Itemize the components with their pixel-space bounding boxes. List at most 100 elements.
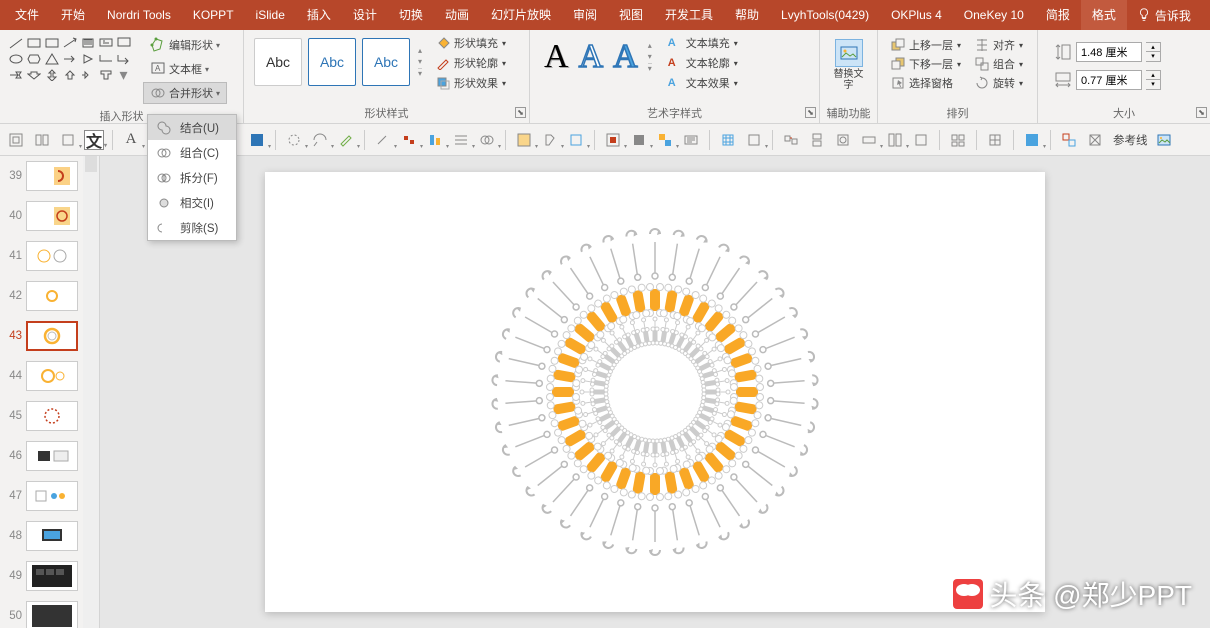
tool-btn-11[interactable]: ▾ [310, 130, 330, 150]
style-preset-3[interactable]: Abc [362, 38, 410, 86]
tool-btn-15[interactable]: ▾ [425, 130, 445, 150]
tab-format[interactable]: 格式 [1081, 0, 1127, 30]
merge-shapes-label: 合并形状 [169, 85, 213, 101]
selection-pane-button[interactable]: 选择窗格 [888, 74, 964, 92]
tool-btn-16[interactable]: ▾ [451, 130, 471, 150]
menu-intersect[interactable]: 相交(I) [148, 190, 236, 215]
tool-btn-12[interactable]: ▾ [336, 130, 356, 150]
group-insert-shapes: ▾ 编辑形状▾ A 文本框▾ 合并形状▾ 插入形状 [0, 30, 244, 123]
shape-styles-launcher-icon[interactable]: ⬊ [515, 107, 526, 118]
tab-okplus[interactable]: OKPlus 4 [880, 0, 953, 30]
tab-onekey[interactable]: OneKey 10 [953, 0, 1035, 30]
shape-style-gallery[interactable]: Abc Abc Abc ▴▾▾ [250, 34, 428, 90]
style-preset-1[interactable]: Abc [254, 38, 302, 86]
tool-btn-14[interactable]: ▾ [399, 130, 419, 150]
send-backward-button[interactable]: 下移一层 ▾ [888, 55, 964, 73]
tool-btn-29[interactable] [833, 130, 853, 150]
tab-insert[interactable]: 插入 [296, 0, 342, 30]
tool-btn-25[interactable] [718, 130, 738, 150]
text-fill-label: 文本填充 [686, 35, 730, 51]
tool-btn-36[interactable] [1059, 130, 1079, 150]
tab-slideshow[interactable]: 幻灯片放映 [480, 0, 562, 30]
align-button[interactable]: 对齐 ▾ [972, 36, 1026, 54]
height-input[interactable]: 1.48 厘米 [1076, 42, 1142, 62]
tool-btn-3[interactable]: ▾ [58, 130, 78, 150]
width-spinner[interactable]: ▴▾ [1146, 70, 1161, 90]
tab-animations[interactable]: 动画 [434, 0, 480, 30]
bring-forward-button[interactable]: 上移一层 ▾ [888, 36, 964, 54]
thumbnail-scrollbar[interactable] [83, 156, 99, 628]
tab-view[interactable]: 视图 [608, 0, 654, 30]
tool-btn-30[interactable]: ▾ [859, 130, 879, 150]
tool-btn-24[interactable] [681, 130, 701, 150]
tool-btn-38[interactable] [1154, 130, 1174, 150]
wordart-launcher-icon[interactable]: ⬊ [805, 107, 816, 118]
tab-design[interactable]: 设计 [342, 0, 388, 30]
tool-btn-27[interactable] [781, 130, 801, 150]
tab-home[interactable]: 开始 [50, 0, 96, 30]
tool-btn-21[interactable]: ▾ [603, 130, 623, 150]
menu-combine[interactable]: 组合(C) [148, 140, 236, 165]
tool-btn-13[interactable]: ▾ [373, 130, 393, 150]
tool-btn-26[interactable]: ▾ [744, 130, 764, 150]
tool-btn-20[interactable]: ▾ [566, 130, 586, 150]
tool-btn-35[interactable]: ▾ [1022, 130, 1042, 150]
menu-subtract-label: 剪除(S) [180, 220, 218, 236]
tool-btn-1[interactable] [6, 130, 26, 150]
wordart-preset-2[interactable]: A [579, 38, 604, 76]
group-button[interactable]: 组合 ▾ [972, 55, 1026, 73]
tab-koppt[interactable]: KOPPT [182, 0, 245, 30]
tool-font[interactable]: A▾ [121, 130, 141, 150]
slide-canvas[interactable] [100, 156, 1210, 628]
tab-transitions[interactable]: 切换 [388, 0, 434, 30]
tool-btn-32[interactable] [911, 130, 931, 150]
send-backward-label: 下移一层 [909, 56, 953, 72]
wordart-gallery[interactable]: A A A ▴▾▾ [536, 34, 660, 80]
text-fill-button[interactable]: A文本填充 ▾ [664, 34, 742, 52]
tab-review[interactable]: 审阅 [562, 0, 608, 30]
style-preset-2[interactable]: Abc [308, 38, 356, 86]
size-launcher-icon[interactable]: ⬊ [1196, 107, 1207, 118]
shapes-gallery[interactable]: ▾ [6, 34, 141, 83]
tool-btn-18[interactable]: ▾ [514, 130, 534, 150]
menu-union[interactable]: 结合(U) [148, 115, 236, 140]
shape-outline-button[interactable]: 形状轮廓 ▾ [432, 54, 510, 72]
tool-btn-19[interactable]: ▾ [540, 130, 560, 150]
rotate-button[interactable]: 旋转 ▾ [972, 74, 1026, 92]
text-outline-button[interactable]: A文本轮廓 ▾ [664, 54, 742, 72]
edit-shape-button[interactable]: 编辑形状▾ [143, 34, 227, 56]
alt-text-button[interactable]: 替换文字 [832, 38, 865, 92]
height-spinner[interactable]: ▴▾ [1146, 42, 1161, 62]
wordart-preset-3[interactable]: A [613, 38, 638, 76]
tab-islide[interactable]: iSlide [245, 0, 296, 30]
tab-file[interactable]: 文件 [4, 0, 50, 30]
text-effects-button[interactable]: A文本效果 ▾ [664, 74, 742, 92]
tool-btn-17[interactable]: ▾ [477, 130, 497, 150]
text-outline-icon: A [668, 57, 682, 69]
tool-btn-2[interactable] [32, 130, 52, 150]
text-box-button[interactable]: A 文本框▾ [143, 58, 227, 80]
tool-btn-31[interactable]: ▾ [885, 130, 905, 150]
tool-btn-33[interactable] [948, 130, 968, 150]
tab-lvyh[interactable]: LvyhTools(0429) [770, 0, 880, 30]
tool-btn-10[interactable]: ▾ [284, 130, 304, 150]
tool-btn-4[interactable]: 文▾ [84, 130, 104, 150]
tell-me-search[interactable]: 告诉我 [1127, 7, 1201, 24]
tool-color[interactable]: ▾ [247, 130, 267, 150]
tab-brief[interactable]: 简报 [1035, 0, 1081, 30]
shape-effects-button[interactable]: 形状效果 ▾ [432, 74, 510, 92]
tool-btn-37[interactable] [1085, 130, 1105, 150]
tab-nordri[interactable]: Nordri Tools [96, 0, 182, 30]
menu-subtract[interactable]: 剪除(S) [148, 215, 236, 240]
tab-developer[interactable]: 开发工具 [654, 0, 724, 30]
tool-btn-28[interactable] [807, 130, 827, 150]
width-input[interactable]: 0.77 厘米 [1076, 70, 1142, 90]
menu-fragment[interactable]: 拆分(F) [148, 165, 236, 190]
tool-btn-23[interactable]: ▾ [655, 130, 675, 150]
merge-shapes-button[interactable]: 合并形状▾ [143, 82, 227, 104]
tool-btn-34[interactable] [985, 130, 1005, 150]
shape-fill-button[interactable]: 形状填充 ▾ [432, 34, 510, 52]
wordart-preset-1[interactable]: A [544, 38, 569, 76]
tab-help[interactable]: 帮助 [724, 0, 770, 30]
tool-btn-22[interactable]: ▾ [629, 130, 649, 150]
